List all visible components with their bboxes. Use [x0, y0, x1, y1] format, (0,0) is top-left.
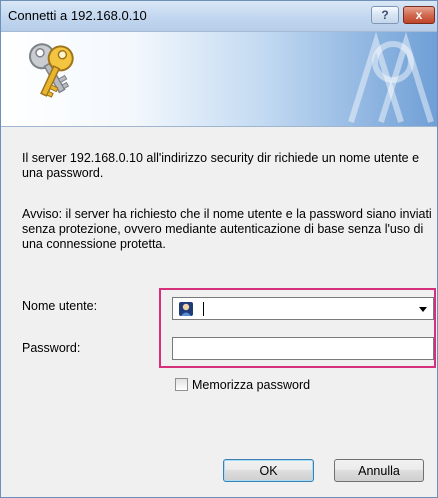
security-warning: Avviso: il server ha richiesto che il no…: [22, 207, 432, 251]
help-icon: ?: [381, 8, 389, 22]
username-label: Nome utente:: [22, 299, 98, 313]
password-field[interactable]: [172, 337, 434, 360]
user-icon: [179, 302, 193, 316]
dialog-banner: [1, 32, 437, 127]
ok-button[interactable]: OK: [223, 459, 314, 482]
username-combobox[interactable]: [172, 297, 434, 320]
remember-password-label[interactable]: Memorizza password: [192, 378, 310, 392]
title-bar[interactable]: Connetti a 192.168.0.10 ? x: [1, 1, 437, 32]
window-title: Connetti a 192.168.0.10: [8, 8, 147, 23]
chevron-down-icon[interactable]: [419, 307, 427, 312]
close-icon: x: [415, 8, 423, 22]
cancel-button[interactable]: Annulla: [334, 459, 424, 482]
keys-icon: [29, 43, 74, 98]
close-button[interactable]: x: [403, 6, 435, 24]
server-message: Il server 192.168.0.10 all'indirizzo sec…: [22, 151, 420, 180]
help-button[interactable]: ?: [371, 6, 399, 24]
login-dialog: Connetti a 192.168.0.10 ? x Il server 19…: [0, 0, 438, 498]
remember-password-checkbox[interactable]: [175, 378, 188, 391]
banner-art: [348, 32, 434, 123]
password-label: Password:: [22, 341, 81, 355]
text-caret: [203, 302, 204, 316]
